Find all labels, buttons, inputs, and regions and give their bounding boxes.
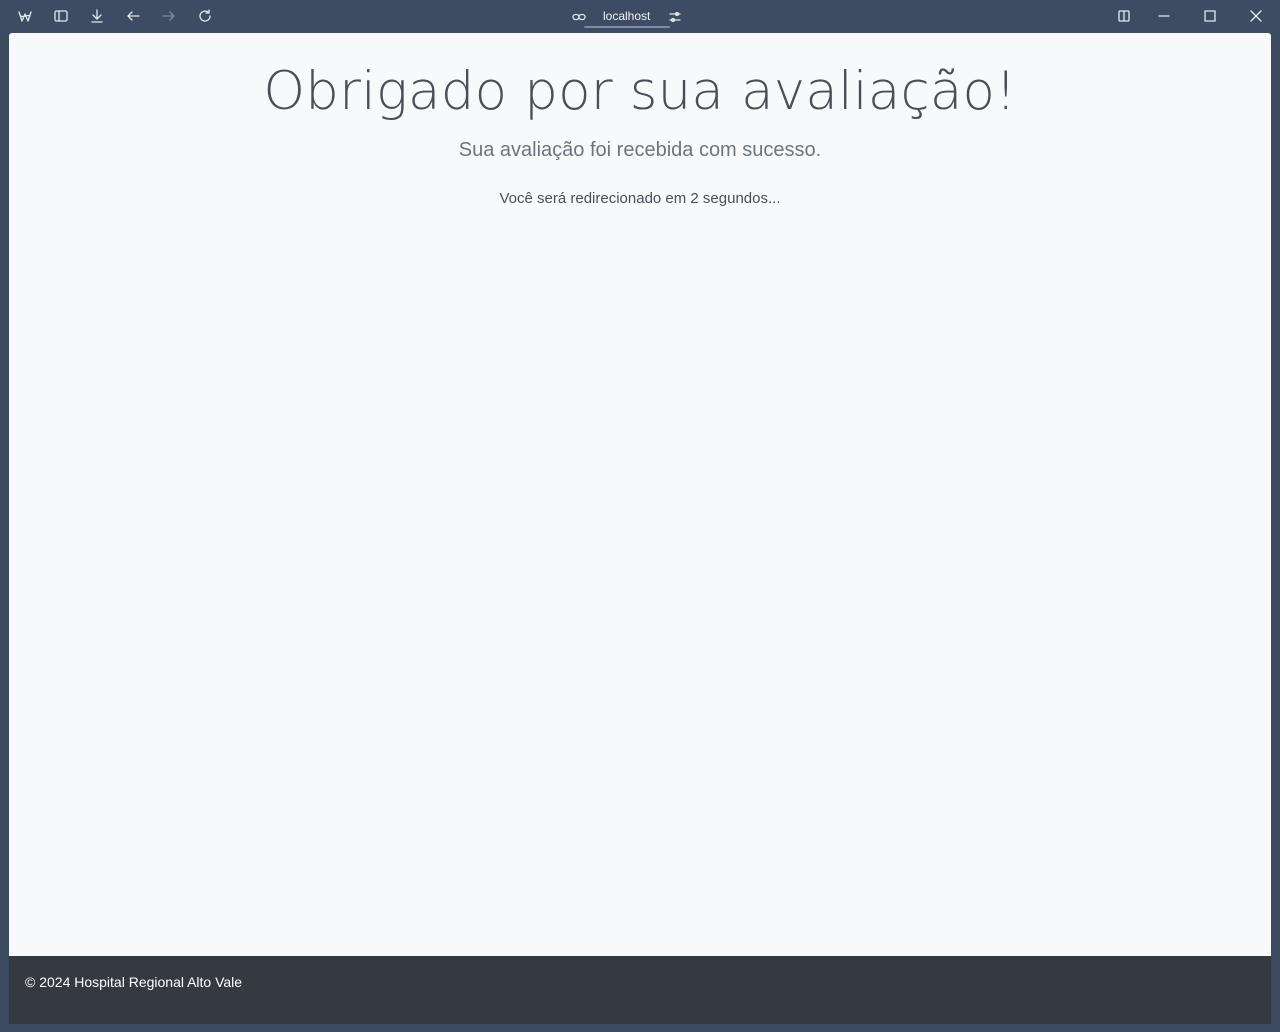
footer-copyright: © 2024 Hospital Regional Alto Vale: [25, 974, 243, 990]
confirmation-content: Obrigado por sua avaliação! Sua avaliaçã…: [9, 33, 1271, 207]
browser-titlebar: localhost: [0, 0, 1280, 33]
url-text[interactable]: localhost: [603, 9, 650, 23]
sidebar-icon[interactable]: [52, 7, 70, 25]
split-view-icon[interactable]: [1115, 7, 1133, 25]
address-bar[interactable]: localhost: [568, 5, 684, 29]
page-subtitle: Sua avaliação foi recebida com sucesso.: [458, 139, 822, 161]
back-icon[interactable]: [124, 7, 142, 25]
maximize-icon[interactable]: [1201, 7, 1219, 25]
page-title: Obrigado por sua avaliação!: [263, 61, 1017, 122]
reload-icon[interactable]: [196, 7, 214, 25]
page-viewport: Obrigado por sua avaliação! Sua avaliaçã…: [9, 33, 1271, 1024]
redirect-message: Você será redirecionado em 2 segundos...: [499, 190, 781, 207]
site-settings-icon[interactable]: [666, 8, 684, 26]
close-icon[interactable]: [1247, 7, 1265, 25]
browser-logo-icon[interactable]: [16, 7, 34, 25]
page-footer: © 2024 Hospital Regional Alto Vale: [9, 956, 1271, 1024]
download-icon[interactable]: [88, 7, 106, 25]
minimize-icon[interactable]: [1155, 7, 1173, 25]
forward-icon[interactable]: [160, 7, 178, 25]
address-underline: [584, 26, 670, 28]
link-icon: [570, 8, 588, 26]
